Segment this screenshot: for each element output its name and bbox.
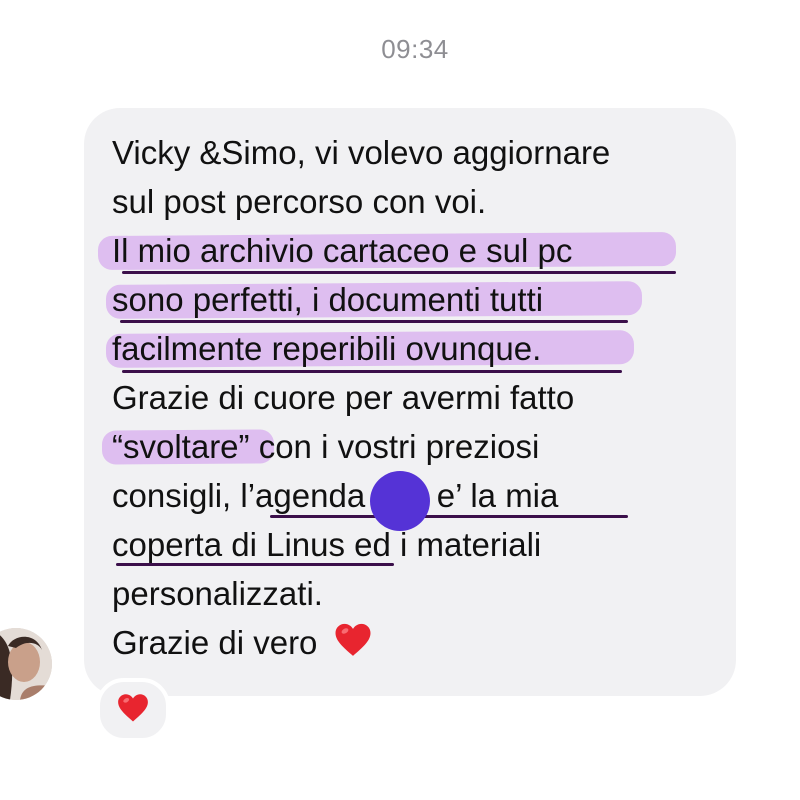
underline-mark [122, 370, 622, 373]
message-line: coperta di Linus ed i materiali [112, 520, 732, 569]
underline-mark [122, 271, 676, 274]
message-line: “svoltare” con i vostri preziosi [101, 422, 732, 471]
chat-thread: 09:34 Vicky &Simo, vi volevo aggiornare … [0, 0, 800, 800]
message-line: Grazie di vero [112, 618, 732, 667]
underline-mark [120, 320, 628, 323]
reaction-badge[interactable] [96, 678, 170, 742]
touch-indicator-dot [370, 471, 430, 531]
heart-icon [333, 620, 373, 660]
message-text: Vicky &Simo, vi volevo aggiornare sul po… [97, 128, 732, 667]
avatar[interactable] [0, 628, 52, 700]
message-line-highlighted: Il mio archivio cartaceo e sul pc [97, 226, 732, 275]
message-line: Vicky &Simo, vi volevo aggiornare [112, 134, 611, 171]
underline-mark [270, 515, 628, 518]
message-line: Grazie di cuore per avermi fatto [112, 379, 575, 416]
message-line-highlighted: sono perfetti, i documenti tutti [105, 275, 732, 324]
underline-mark [116, 563, 394, 566]
message-line-highlighted: facilmente reperibili ovunque. [105, 324, 732, 373]
message-timestamp: 09:34 [381, 34, 449, 64]
message-line: personalizzati. [112, 575, 323, 612]
heart-icon [116, 691, 150, 730]
message-line: sul post percorso con voi. [112, 183, 487, 220]
